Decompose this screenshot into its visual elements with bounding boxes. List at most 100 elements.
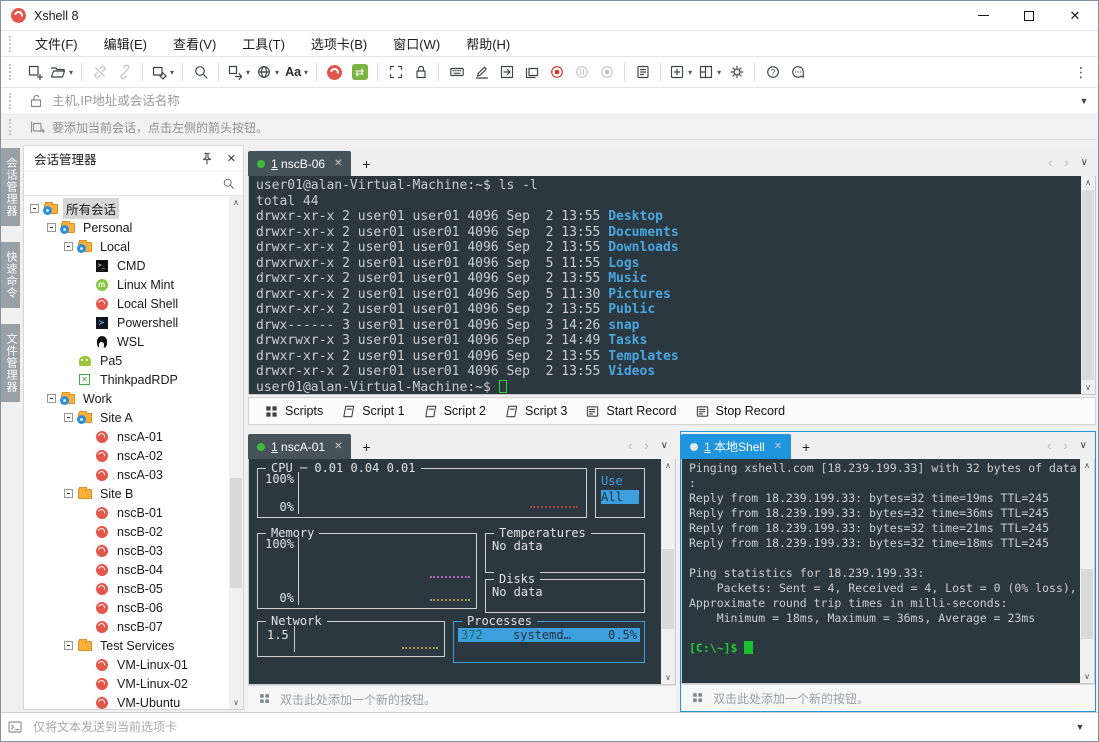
- quick-button-bar[interactable]: 双击此处添加一个新的按钮。: [681, 684, 1095, 711]
- tree-item-thinkpadrdp[interactable]: ✕ ThinkpadRDP: [28, 370, 229, 389]
- tree-expander-icon[interactable]: [64, 489, 73, 498]
- tab-scroll-left-icon[interactable]: ‹: [1048, 155, 1052, 170]
- tree-item-local-shell[interactable]: Local Shell: [28, 294, 229, 313]
- scroll-down-icon[interactable]: ∨: [229, 696, 243, 709]
- tree-expander-icon[interactable]: [30, 204, 39, 213]
- tree-expander-icon[interactable]: [64, 641, 73, 650]
- tree-expander-icon[interactable]: [47, 394, 56, 403]
- terminal-scrollbar[interactable]: ∧ ∨: [1080, 459, 1094, 683]
- file-transfer-button[interactable]: ▾: [224, 60, 253, 85]
- tab-close-icon[interactable]: ✕: [774, 441, 782, 452]
- help-button[interactable]: ?: [760, 60, 785, 85]
- toolbar-grip[interactable]: [9, 64, 14, 80]
- dropdown-arrow-icon[interactable]: ▾: [69, 68, 73, 77]
- close-button[interactable]: ✕: [1052, 1, 1098, 30]
- scrollbar-thumb[interactable]: [1082, 190, 1094, 380]
- tree-item-nscb-03[interactable]: nscB-03: [28, 541, 229, 560]
- host-address-input[interactable]: [50, 93, 1068, 109]
- tree-item-local[interactable]: Local: [28, 237, 229, 256]
- menu-grip[interactable]: [9, 35, 14, 52]
- scroll-up-icon[interactable]: ∧: [229, 196, 243, 209]
- tree-item-site-a[interactable]: Site A: [28, 408, 229, 427]
- tree-item-site-b[interactable]: Site B: [28, 484, 229, 503]
- tab-list-icon[interactable]: ∨: [1080, 440, 1087, 451]
- options-button[interactable]: [724, 60, 749, 85]
- script-2-button[interactable]: Script 2: [414, 399, 495, 423]
- encoding-button[interactable]: ▾: [253, 60, 282, 85]
- menu-edit[interactable]: 编辑(E): [91, 34, 160, 53]
- menu-help[interactable]: 帮助(H): [453, 34, 523, 53]
- process-row[interactable]: 372 systemd… 0.5%: [458, 628, 640, 642]
- address-dropdown-icon[interactable]: ▼: [1074, 96, 1094, 106]
- tree-expander-icon[interactable]: [47, 223, 56, 232]
- new-tab-button[interactable]: +: [791, 434, 821, 459]
- tree-item-nscb-07[interactable]: nscB-07: [28, 617, 229, 636]
- open-session-button[interactable]: ▾: [47, 60, 76, 85]
- tree-item-nscb-02[interactable]: nscB-02: [28, 522, 229, 541]
- tree-expander-icon[interactable]: [64, 413, 73, 422]
- minimize-button[interactable]: [960, 1, 1006, 30]
- tree-item-vm-linux-01[interactable]: VM-Linux-01: [28, 655, 229, 674]
- pin-icon[interactable]: [199, 151, 215, 167]
- menu-file[interactable]: 文件(F): [22, 34, 91, 53]
- session-search-input[interactable]: [32, 175, 216, 192]
- tab-nscA-01[interactable]: 1 nscA-01 ✕: [248, 434, 352, 459]
- tab-close-icon[interactable]: ✕: [334, 441, 342, 452]
- font-button[interactable]: Aa ▾: [282, 60, 311, 85]
- tree-item-nscb-01[interactable]: nscB-01: [28, 503, 229, 522]
- new-tab-button[interactable]: +: [351, 434, 381, 459]
- info-grip[interactable]: [9, 119, 14, 135]
- scroll-up-icon[interactable]: ∧: [1081, 176, 1095, 189]
- tree-item-nsca-02[interactable]: nscA-02: [28, 446, 229, 465]
- dropdown-arrow-icon[interactable]: ▾: [717, 68, 721, 77]
- tabs-button[interactable]: [519, 60, 544, 85]
- tree-item-nsca-01[interactable]: nscA-01: [28, 427, 229, 446]
- scroll-up-icon[interactable]: ∧: [661, 459, 675, 472]
- on-screen-keyboard-button[interactable]: [444, 60, 469, 85]
- stop-record-button[interactable]: Stop Record: [686, 399, 794, 423]
- tab-close-icon[interactable]: ✕: [334, 158, 342, 169]
- scroll-down-icon[interactable]: ∨: [1081, 381, 1095, 394]
- panel-close-icon[interactable]: ✕: [227, 152, 236, 165]
- new-session-button[interactable]: [22, 60, 47, 85]
- tree-item-vm-ubuntu[interactable]: VM-Ubuntu: [28, 693, 229, 709]
- tree-item-vm-linux-02[interactable]: VM-Linux-02: [28, 674, 229, 693]
- tab-scroll-left-icon[interactable]: ‹: [1047, 438, 1051, 453]
- scroll-down-icon[interactable]: ∨: [1080, 670, 1094, 683]
- tree-item-work[interactable]: Work: [28, 389, 229, 408]
- shell-terminal[interactable]: Pinging xshell.com [18.239.199.33] with …: [681, 459, 1095, 684]
- tree-item-pa5[interactable]: Pa5: [28, 351, 229, 370]
- dropdown-arrow-icon[interactable]: ▾: [170, 68, 174, 77]
- tree-expander-icon[interactable]: [64, 242, 73, 251]
- split-layout-button[interactable]: ▾: [695, 60, 724, 85]
- record-button[interactable]: [544, 60, 569, 85]
- tab-scroll-left-icon[interactable]: ‹: [628, 438, 632, 453]
- dropdown-arrow-icon[interactable]: ▾: [304, 68, 308, 77]
- tab-local-shell[interactable]: 1 本地Shell ✕: [681, 434, 792, 459]
- lock-screen-button[interactable]: [408, 60, 433, 85]
- side-tab-file-manager[interactable]: 文件管理器: [1, 324, 20, 402]
- scrollbar-thumb[interactable]: [230, 478, 242, 589]
- send-text-input[interactable]: [31, 719, 1062, 735]
- compose-dropdown-icon[interactable]: ▼: [1070, 722, 1090, 732]
- quick-button-bar[interactable]: 双击此处添加一个新的按钮。: [248, 685, 676, 712]
- xshell-button[interactable]: [322, 60, 347, 85]
- xftp-button[interactable]: ⇄: [347, 60, 372, 85]
- selector-use[interactable]: Use: [601, 474, 639, 488]
- tab-scroll-right-icon[interactable]: ›: [644, 438, 648, 453]
- side-tab-session-manager[interactable]: 会话管理器: [1, 148, 20, 226]
- menu-window[interactable]: 窗口(W): [380, 34, 453, 53]
- dropdown-arrow-icon[interactable]: ▾: [688, 68, 692, 77]
- sidebar-scrollbar[interactable]: ∧ ∨: [229, 196, 243, 709]
- terminal-scrollbar[interactable]: ∧ ∨: [1081, 176, 1095, 394]
- scripts-button[interactable]: Scripts: [255, 399, 332, 423]
- tree-item-nscb-04[interactable]: nscB-04: [28, 560, 229, 579]
- tab-scroll-right-icon[interactable]: ›: [1064, 155, 1068, 170]
- log-button[interactable]: [630, 60, 655, 85]
- tree-item-nscb-05[interactable]: nscB-05: [28, 579, 229, 598]
- selector-all[interactable]: All: [601, 490, 639, 504]
- tree-item-nsca-03[interactable]: nscA-03: [28, 465, 229, 484]
- duplicate-session-button[interactable]: ▾: [148, 60, 177, 85]
- search-icon[interactable]: [222, 177, 235, 190]
- find-button[interactable]: [188, 60, 213, 85]
